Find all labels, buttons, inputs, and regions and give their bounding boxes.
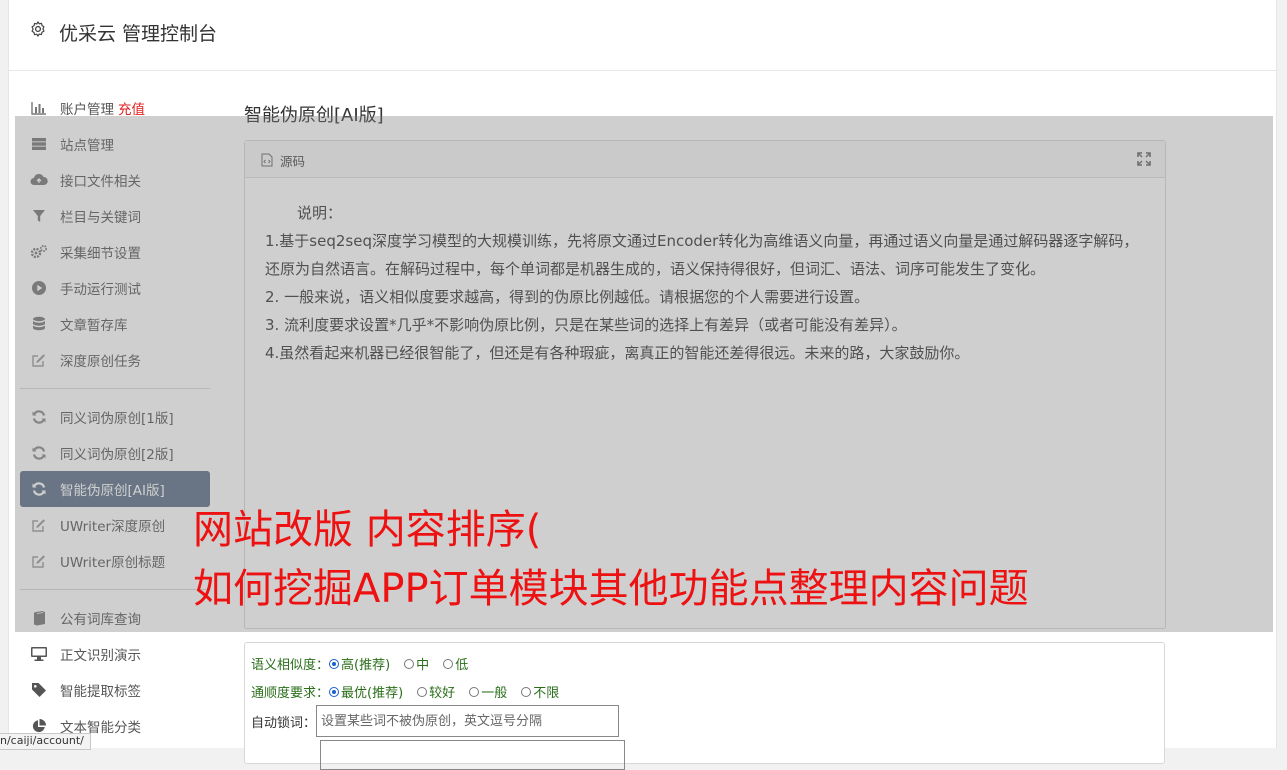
similarity-option[interactable]: 高(推荐) [329, 654, 390, 673]
fluency-option-label: 最优(推荐) [341, 686, 404, 701]
similarity-radio[interactable] [404, 658, 415, 669]
similarity-option-label: 中 [416, 658, 430, 673]
fluency-radio[interactable] [417, 686, 428, 697]
fluency-option[interactable]: 较好 [417, 682, 455, 701]
lock-words-input[interactable] [316, 705, 620, 737]
gear-icon [31, 21, 45, 37]
sidebar-item-desktop-1[interactable]: 正文识别演示 [20, 636, 210, 672]
status-bar-url: n/caiji/account/ [0, 733, 91, 750]
fluency-option-label: 不限 [533, 686, 560, 701]
fluency-option-label: 较好 [429, 686, 456, 701]
similarity-option-label: 高(推荐) [341, 658, 391, 673]
lock-label: 自动锁词： [251, 715, 317, 731]
tag-icon [30, 681, 48, 699]
similarity-row: 语义相似度： 高(推荐) 中 低 [251, 654, 482, 673]
fluency-row: 通顺度要求： 最优(推荐) 较好 一般 不限 [251, 682, 573, 701]
fluency-radio[interactable] [469, 686, 480, 697]
desktop-icon [30, 645, 48, 663]
fluency-option[interactable]: 一般 [469, 682, 507, 701]
fluency-radio[interactable] [521, 686, 532, 697]
fluency-option[interactable]: 不限 [521, 682, 559, 701]
app-title: 优采云 管理控制台 [59, 23, 218, 45]
bar-chart-icon [30, 99, 48, 117]
similarity-label: 语义相似度： [251, 658, 330, 673]
lock-row: 自动锁词： [251, 705, 620, 737]
settings-form: 语义相似度： 高(推荐) 中 低 通顺度要求： 最优(推荐) 较好 一般 不限 自动锁词： [244, 642, 1165, 770]
sidebar-item-label: 账户管理 [60, 102, 114, 118]
top-bar: 优采云 管理控制台 [9, 0, 1276, 71]
similarity-option[interactable]: 中 [404, 654, 429, 673]
sidebar-item-label: 正文识别演示 [60, 648, 141, 664]
sidebar-item-label: 智能提取标签 [60, 684, 141, 700]
fluency-option-label: 一般 [481, 686, 508, 701]
similarity-option[interactable]: 低 [443, 654, 468, 673]
similarity-option-label: 低 [455, 658, 469, 673]
fluency-label: 通顺度要求： [251, 686, 330, 701]
fluency-radio[interactable] [329, 686, 340, 697]
fluency-option[interactable]: 最优(推荐) [329, 682, 403, 701]
recharge-link[interactable]: 充值 [118, 98, 145, 118]
overlay-caption-line-1: 网站改版 内容排序( [193, 507, 542, 553]
sidebar-item-tag-2[interactable]: 智能提取标签 [20, 672, 210, 708]
similarity-radio[interactable] [329, 658, 340, 669]
similarity-radio[interactable] [443, 658, 454, 669]
overlay-caption-line-2: 如何挖掘APP订单模块其他功能点整理内容问题 [193, 566, 1029, 612]
source-text-input[interactable] [320, 740, 625, 770]
